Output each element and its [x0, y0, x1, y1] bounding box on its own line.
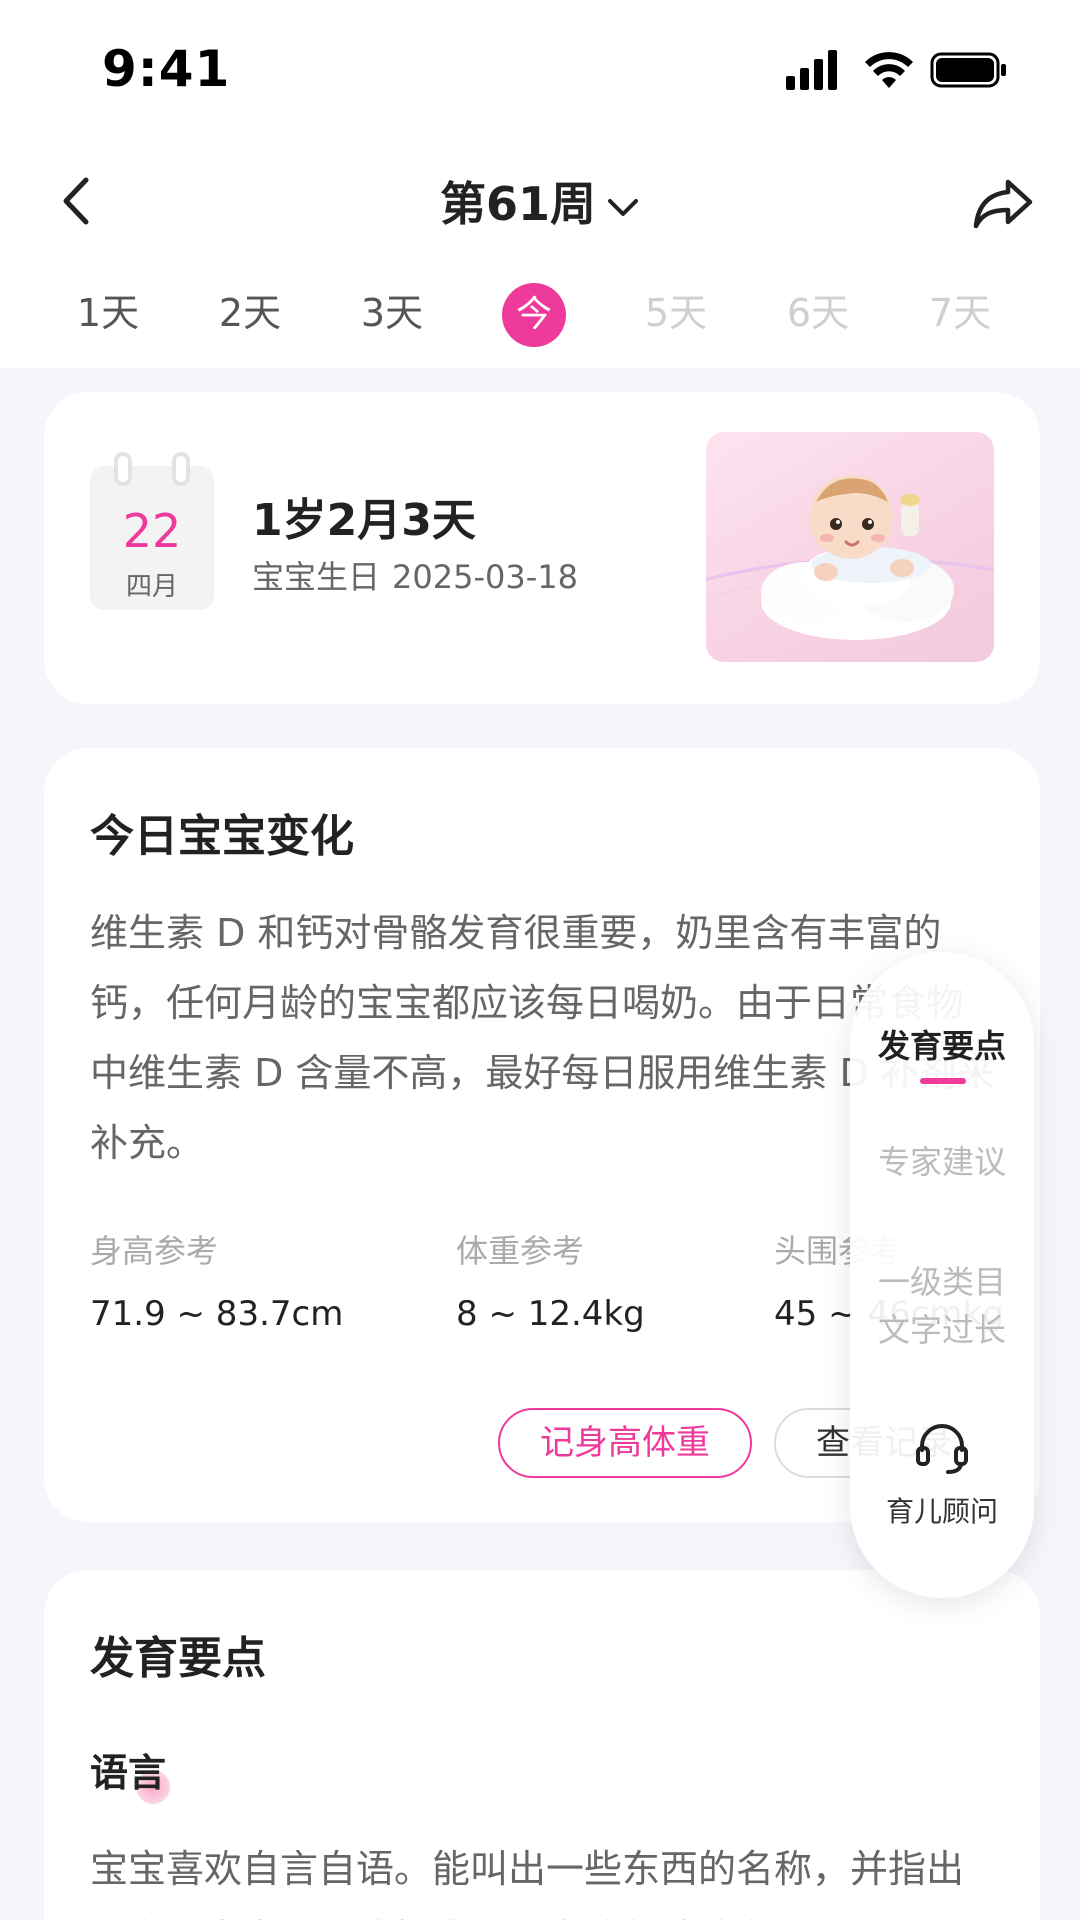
wifi-icon: [865, 52, 913, 88]
day-tab-5[interactable]: 5天: [616, 280, 736, 346]
calendar-day: 22: [122, 504, 182, 558]
chevron-down-icon: [608, 198, 638, 216]
birthday-label: 宝宝生日: [252, 558, 381, 596]
development-title: 发育要点: [90, 1633, 266, 1684]
day-tab-6[interactable]: 6天: [758, 280, 878, 346]
day-tab-3[interactable]: 3天: [332, 280, 452, 346]
weight-reference-value: 8 ~ 12.4kg: [456, 1294, 645, 1334]
weight-reference: 体重参考 8 ~ 12.4kg: [456, 1226, 645, 1334]
side-nav-long-category[interactable]: 一级类目文字过长: [872, 1258, 1012, 1354]
height-reference-value: 71.9 ~ 83.7cm: [90, 1294, 344, 1334]
language-text: 宝宝喜欢自言自语。能叫出一些东西的名称，并指出方向，宝宝不但能指出自己身体部位的…: [90, 1847, 965, 1920]
day-tab-today[interactable]: 今: [474, 280, 594, 347]
side-nav-expert-advice[interactable]: 专家建议: [850, 1138, 1034, 1186]
side-nav-panel: 发育要点 专家建议 一级类目文字过长 育儿顾问: [850, 952, 1034, 1598]
baby-age: 1岁2月3天: [252, 495, 476, 546]
day-tab-1[interactable]: 1天: [48, 280, 168, 346]
weight-reference-label: 体重参考: [456, 1232, 585, 1270]
language-subtitle: 语言: [90, 1751, 167, 1795]
day-tabs: 1天 2天 3天 今 5天 6天 7天: [0, 280, 1080, 347]
calendar-icon: 22 四月: [90, 452, 214, 610]
height-reference: 身高参考 71.9 ~ 83.7cm: [90, 1226, 343, 1334]
advisor-label[interactable]: 育儿顾问: [850, 1490, 1034, 1530]
baby-illustration: [706, 432, 994, 662]
baby-age-card: 22 四月 1岁2月3天 宝宝生日 2025-03-18: [44, 392, 1040, 704]
birthday-date: 2025-03-18: [392, 558, 578, 596]
battery-icon: [930, 52, 1006, 88]
day-tab-7[interactable]: 7天: [900, 280, 1020, 346]
active-indicator: [920, 1078, 966, 1084]
signal-icon: [786, 50, 837, 90]
height-reference-label: 身高参考: [90, 1232, 219, 1270]
side-nav-development[interactable]: 发育要点: [850, 1022, 1034, 1070]
status-time: 9:41: [102, 40, 231, 98]
calendar-month: 四月: [125, 572, 178, 602]
page-title: 第61周: [439, 177, 596, 231]
birthday-info: 宝宝生日 2025-03-18: [252, 552, 590, 598]
today-changes-title: 今日宝宝变化: [90, 811, 354, 862]
today-badge: 今: [502, 283, 566, 347]
status-icons: [786, 50, 1006, 90]
day-tab-2[interactable]: 2天: [190, 280, 310, 346]
development-card: 发育要点 语言 宝宝喜欢自言自语。能叫出一些东西的名称，并指出方向，宝宝不但能指…: [44, 1570, 1040, 1920]
share-icon[interactable]: [970, 170, 1036, 236]
record-height-weight-button[interactable]: 记身高体重: [498, 1408, 752, 1478]
status-bar: 9:41: [0, 0, 1080, 140]
headset-icon[interactable]: [912, 1418, 972, 1478]
week-selector[interactable]: 第61周: [0, 168, 1080, 234]
